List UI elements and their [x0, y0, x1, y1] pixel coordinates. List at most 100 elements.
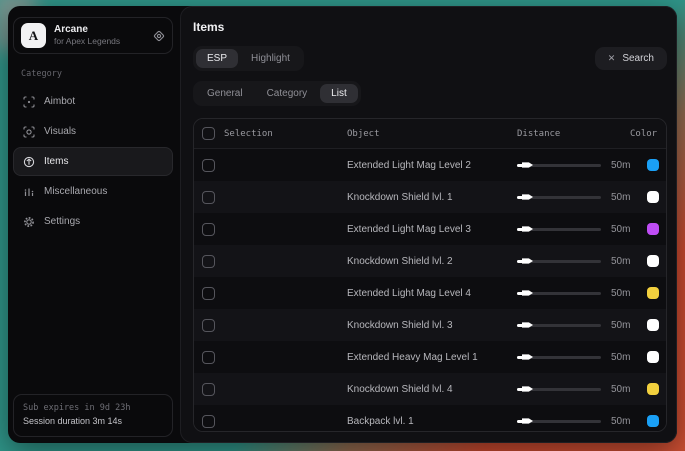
logo-letter: A — [29, 28, 38, 44]
view-tab-group: GeneralCategoryList — [193, 81, 361, 106]
distance-value: 50m — [611, 256, 630, 267]
table-row[interactable]: Extended Light Mag Level 350m — [194, 213, 666, 245]
row-object-label: Knockdown Shield lvl. 1 — [347, 192, 517, 203]
sidebar-item-miscellaneous[interactable]: Miscellaneous — [13, 177, 173, 206]
slider-thumb[interactable] — [522, 194, 533, 201]
search-button-label: Search — [622, 53, 654, 64]
scan-icon — [22, 125, 35, 138]
sidebar-item-label: Items — [44, 156, 68, 167]
slider-thumb[interactable] — [522, 354, 533, 361]
distance-slider[interactable] — [517, 356, 601, 359]
row-object-label: Knockdown Shield lvl. 3 — [347, 320, 517, 331]
table-row[interactable]: Extended Light Mag Level 4 50m — [194, 277, 666, 309]
sidebar-item-items[interactable]: Items — [13, 147, 173, 176]
row-checkbox[interactable] — [202, 191, 215, 204]
sidebar-item-settings[interactable]: Settings — [13, 207, 173, 236]
color-swatch[interactable] — [647, 191, 659, 203]
table-row[interactable]: Knockdown Shield lvl. 4 50m — [194, 373, 666, 405]
search-button[interactable]: ✕ Search — [595, 47, 667, 70]
slider-thumb[interactable] — [522, 226, 533, 233]
header-distance: Distance — [517, 129, 630, 139]
pin-icon[interactable] — [153, 30, 165, 42]
row-object-label: Extended Light Mag Level 4 — [347, 288, 517, 299]
slider-thumb[interactable] — [522, 290, 533, 297]
sidebar-item-label: Miscellaneous — [44, 186, 107, 197]
header-color: Color — [630, 129, 666, 139]
brand-card: A Arcane for Apex Legends — [13, 17, 173, 54]
distance-slider[interactable] — [517, 164, 601, 167]
distance-value: 50m — [611, 288, 630, 299]
distance-slider[interactable] — [517, 260, 601, 263]
tab-highlight[interactable]: Highlight — [240, 49, 301, 68]
row-checkbox[interactable] — [202, 383, 215, 396]
sidebar-item-visuals[interactable]: Visuals — [13, 117, 173, 146]
row-checkbox[interactable] — [202, 287, 215, 300]
session-duration-text: Session duration 3m 14s — [23, 415, 163, 429]
color-swatch[interactable] — [647, 223, 659, 235]
slider-thumb[interactable] — [522, 386, 533, 393]
table-row[interactable]: Backpack lvl. 1 50m — [194, 405, 666, 432]
x-icon: ✕ — [608, 54, 616, 63]
distance-value: 50m — [611, 160, 630, 171]
table-row[interactable]: Knockdown Shield lvl. 350m — [194, 309, 666, 341]
table-row[interactable]: Extended Light Mag Level 250m — [194, 149, 666, 181]
distance-slider[interactable] — [517, 228, 601, 231]
distance-slider[interactable] — [517, 388, 601, 391]
row-object-label: Extended Heavy Mag Level 1 — [347, 352, 517, 363]
header-selection: Selection — [224, 129, 347, 139]
slider-thumb[interactable] — [522, 418, 533, 425]
sidebar: A Arcane for Apex Legends Category Aimbo… — [8, 6, 178, 443]
distance-slider[interactable] — [517, 420, 601, 423]
color-swatch[interactable] — [647, 255, 659, 267]
color-swatch[interactable] — [647, 159, 659, 171]
sidebar-item-aimbot[interactable]: Aimbot — [13, 87, 173, 116]
sidebar-item-label: Aimbot — [44, 96, 75, 107]
row-object-label: Knockdown Shield lvl. 2 — [347, 256, 517, 267]
distance-slider[interactable] — [517, 196, 601, 199]
gear-icon — [22, 215, 35, 228]
tab-esp[interactable]: ESP — [196, 49, 238, 68]
subscription-card: Sub expires in 9d 23h Session duration 3… — [13, 394, 173, 437]
color-swatch[interactable] — [647, 383, 659, 395]
table-header-row: Selection Object Distance Color — [194, 119, 666, 149]
slider-thumb[interactable] — [522, 258, 533, 265]
row-checkbox[interactable] — [202, 319, 215, 332]
row-checkbox[interactable] — [202, 255, 215, 268]
row-object-label: Backpack lvl. 1 — [347, 416, 517, 427]
row-object-label: Knockdown Shield lvl. 4 — [347, 384, 517, 395]
table-row[interactable]: Knockdown Shield lvl. 2 50m — [194, 245, 666, 277]
table-body: Extended Light Mag Level 250mKnockdown S… — [194, 149, 666, 432]
color-swatch[interactable] — [647, 351, 659, 363]
main-panel: Items ESPHighlight ✕ Search GeneralCateg… — [180, 6, 677, 443]
distance-value: 50m — [611, 384, 630, 395]
color-swatch[interactable] — [647, 415, 659, 427]
row-checkbox[interactable] — [202, 351, 215, 364]
slider-thumb[interactable] — [522, 322, 533, 329]
table-row[interactable]: Extended Heavy Mag Level 150m — [194, 341, 666, 373]
tab-list[interactable]: List — [320, 84, 358, 103]
row-object-label: Extended Light Mag Level 3 — [347, 224, 517, 235]
tab-category[interactable]: Category — [256, 84, 319, 103]
app-subtitle: for Apex Legends — [54, 36, 120, 47]
distance-slider[interactable] — [517, 324, 601, 327]
items-icon — [22, 155, 35, 168]
app-title: Arcane — [54, 24, 120, 37]
color-swatch[interactable] — [647, 319, 659, 331]
table-row[interactable]: Knockdown Shield lvl. 1 50m — [194, 181, 666, 213]
app-logo: A — [21, 23, 46, 48]
tab-general[interactable]: General — [196, 84, 254, 103]
select-all-checkbox[interactable] — [202, 127, 215, 140]
distance-value: 50m — [611, 192, 630, 203]
sidebar-item-label: Visuals — [44, 126, 76, 137]
slider-thumb[interactable] — [522, 162, 533, 169]
crosshair-icon — [22, 95, 35, 108]
distance-value: 50m — [611, 416, 630, 427]
category-section-label: Category — [21, 69, 165, 79]
row-checkbox[interactable] — [202, 159, 215, 172]
sidebar-item-label: Settings — [44, 216, 80, 227]
row-checkbox[interactable] — [202, 223, 215, 236]
color-swatch[interactable] — [647, 287, 659, 299]
misc-icon — [22, 185, 35, 198]
row-checkbox[interactable] — [202, 415, 215, 428]
distance-slider[interactable] — [517, 292, 601, 295]
